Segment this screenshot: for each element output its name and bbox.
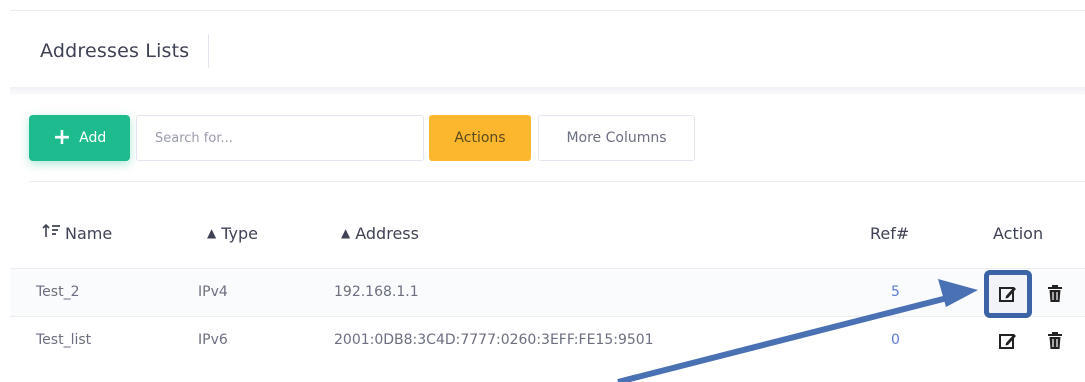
cell-ref-link[interactable]: 5 bbox=[891, 282, 900, 302]
sort-desc-icon bbox=[42, 223, 62, 243]
row-divider bbox=[10, 316, 1085, 317]
sort-icon: ▲ bbox=[207, 226, 217, 240]
cell-name: Test_list bbox=[36, 332, 92, 348]
sort-icon: ▲ bbox=[341, 226, 351, 240]
toolbar-divider bbox=[29, 181, 1085, 182]
add-button-label: Add bbox=[79, 130, 107, 146]
column-header-type-label: Type bbox=[221, 223, 258, 243]
plus-icon: + bbox=[52, 125, 72, 150]
edit-icon[interactable] bbox=[998, 331, 1018, 351]
cell-address: 2001:0DB8:3C4D:7777:0260:3EFF:FE15:9501 bbox=[334, 332, 654, 348]
edit-icon[interactable] bbox=[998, 284, 1018, 304]
top-divider bbox=[10, 10, 1085, 11]
header-band bbox=[10, 87, 1085, 95]
column-header-address-label: Address bbox=[355, 223, 419, 243]
column-header-name[interactable]: Name bbox=[42, 221, 112, 245]
add-button[interactable]: + Add bbox=[29, 115, 130, 161]
trash-icon[interactable] bbox=[1046, 331, 1066, 351]
search-input[interactable] bbox=[136, 115, 424, 161]
column-header-ref[interactable]: Ref# bbox=[870, 221, 909, 245]
trash-icon[interactable] bbox=[1046, 284, 1066, 304]
cell-address: 192.168.1.1 bbox=[334, 284, 419, 300]
column-header-name-label: Name bbox=[65, 223, 113, 243]
toolbar: + Add Actions More Columns bbox=[29, 115, 695, 161]
cell-ref-link[interactable]: 0 bbox=[891, 330, 900, 350]
page-header: Addresses Lists bbox=[40, 34, 210, 68]
cell-name: Test_2 bbox=[36, 284, 80, 300]
table-row-bg bbox=[10, 269, 1085, 316]
column-header-type[interactable]: ▲ Type bbox=[207, 221, 258, 245]
cell-type: IPv4 bbox=[198, 284, 228, 300]
page-title: Addresses Lists bbox=[40, 34, 210, 68]
actions-button[interactable]: Actions bbox=[429, 115, 531, 161]
cell-type: IPv6 bbox=[198, 332, 228, 348]
more-columns-button[interactable]: More Columns bbox=[538, 115, 695, 161]
column-header-address[interactable]: ▲ Address bbox=[341, 221, 419, 245]
column-header-action: Action bbox=[993, 223, 1044, 243]
